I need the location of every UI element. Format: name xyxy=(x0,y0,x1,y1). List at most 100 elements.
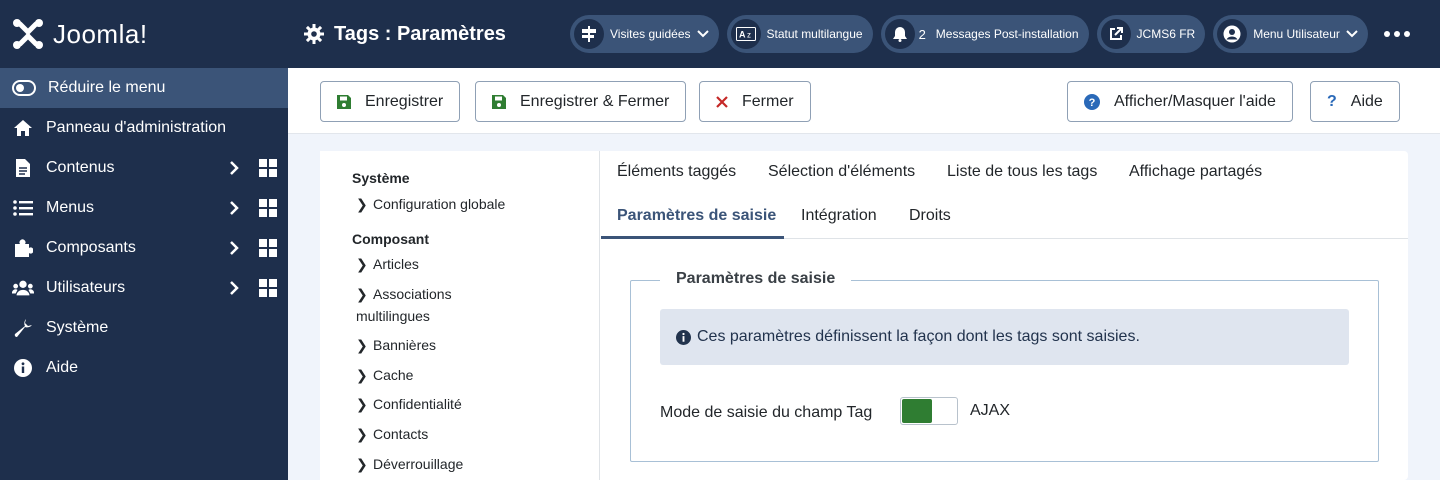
bell-icon xyxy=(884,19,915,49)
brand-name: Joomla! xyxy=(53,18,148,49)
dashboard-grid-icon[interactable] xyxy=(258,238,278,258)
chevron-right-icon: ❯ xyxy=(356,286,368,302)
tree-item-articles[interactable]: ❯ Articles xyxy=(356,253,419,275)
question-circle-icon: ? xyxy=(1084,93,1100,110)
tag-input-mode-switch[interactable] xyxy=(900,397,958,425)
tree-item-label: Confidentialité xyxy=(373,396,462,412)
tree-item-label: Bannières xyxy=(373,337,437,353)
sidebar-item-users[interactable]: Utilisateurs xyxy=(0,268,288,308)
info-circle-icon xyxy=(676,329,691,345)
tree-item-contacts[interactable]: ❯ Contacts xyxy=(356,423,428,445)
post-install-messages-button[interactable]: 2 Messages Post-installation xyxy=(880,15,1089,53)
file-icon xyxy=(12,157,34,179)
chevron-down-icon xyxy=(1346,30,1358,38)
tree-item-label: Associations xyxy=(373,286,452,302)
svg-text:?: ? xyxy=(1089,97,1096,109)
tree-item-label: Déverrouillage xyxy=(373,456,464,472)
tree-item-privacy[interactable]: ❯ Confidentialité xyxy=(356,393,462,415)
sidebar-item-menus[interactable]: Menus xyxy=(0,188,288,228)
tab-input-parameters[interactable]: Paramètres de saisie xyxy=(617,207,776,225)
home-icon xyxy=(12,117,34,139)
toggle-help-label: Afficher/Masquer l'aide xyxy=(1114,92,1276,110)
help-label: Aide xyxy=(1350,92,1383,110)
pill-label: Menu Utilisateur xyxy=(1253,27,1340,41)
chevron-right-icon: ❯ xyxy=(356,396,368,412)
tree-heading-component: Composant xyxy=(352,231,429,247)
language-icon: Az xyxy=(730,19,761,49)
page-title-text: Tags : Paramètres xyxy=(334,22,506,45)
tree-item-checkin[interactable]: ❯ Déverrouillage xyxy=(356,453,463,475)
toggle-icon xyxy=(12,80,36,96)
save-button[interactable]: Enregistrer xyxy=(320,81,461,122)
tree-heading-system: Système xyxy=(352,170,410,186)
pill-label: JCMS6 FR xyxy=(1136,27,1196,41)
save-icon xyxy=(337,94,351,109)
more-options-icon[interactable] xyxy=(1383,31,1410,37)
wrench-icon xyxy=(12,317,34,339)
chevron-right-icon[interactable] xyxy=(224,238,244,258)
pill-label: Statut multilangue xyxy=(766,27,863,41)
sidebar-item-help[interactable]: Aide xyxy=(0,348,288,388)
dashboard-grid-icon[interactable] xyxy=(258,198,278,218)
chevron-right-icon: ❯ xyxy=(356,256,368,272)
tab-tagged-items[interactable]: Éléments taggés xyxy=(617,163,736,181)
close-button[interactable]: Fermer xyxy=(699,81,811,122)
pill-label: Visites guidées xyxy=(610,27,691,41)
info-alert: Ces paramètres définissent la façon dont… xyxy=(660,309,1349,365)
tab-shared-display[interactable]: Affichage partagés xyxy=(1129,163,1262,181)
switch-knob xyxy=(902,399,932,423)
tree-item-global-configuration[interactable]: ❯ Configuration globale xyxy=(356,193,505,215)
multilanguage-status-button[interactable]: Az Statut multilangue xyxy=(726,15,873,53)
tab-item-selection[interactable]: Sélection d'éléments xyxy=(768,163,915,181)
help-button[interactable]: ? Aide xyxy=(1310,81,1400,122)
chevron-right-icon[interactable] xyxy=(224,278,244,298)
sidebar-item-dashboard[interactable]: Panneau d'administration xyxy=(0,108,288,148)
tree-item-label: Cache xyxy=(373,367,414,383)
sidebar-item-components[interactable]: Composants xyxy=(0,228,288,268)
fieldset-legend: Paramètres de saisie xyxy=(660,270,852,288)
save-label: Enregistrer xyxy=(365,92,444,110)
header: Tags : Paramètres Visites guidées Az Sta… xyxy=(288,0,1440,68)
tab-permissions[interactable]: Droits xyxy=(909,207,951,225)
tree-item-banners[interactable]: ❯ Bannières xyxy=(356,334,436,356)
tab-integration[interactable]: Intégration xyxy=(801,207,877,225)
tree-item-label: Contacts xyxy=(373,426,429,442)
question-icon: ? xyxy=(1327,92,1337,110)
page-title: Tags : Paramètres xyxy=(304,23,554,46)
brand[interactable]: Joomla! xyxy=(0,0,288,68)
save-close-label: Enregistrer & Fermer xyxy=(520,92,670,110)
sidebar-item-label: Aide xyxy=(46,359,79,376)
toggle-help-button[interactable]: ? Afficher/Masquer l'aide xyxy=(1067,81,1293,122)
dashboard-grid-icon[interactable] xyxy=(258,278,278,298)
tree-item-associations-cont[interactable]: multilingues xyxy=(356,305,430,327)
info-icon xyxy=(12,357,34,379)
dashboard-grid-icon[interactable] xyxy=(258,158,278,178)
sidebar-item-content[interactable]: Contenus xyxy=(0,148,288,188)
user-icon xyxy=(1217,19,1248,49)
list-icon xyxy=(12,197,34,219)
sidebar-item-label: Menus xyxy=(46,199,95,216)
tab-all-tags-list[interactable]: Liste de tous les tags xyxy=(947,163,1097,181)
tree-item-cache[interactable]: ❯ Cache xyxy=(356,364,413,386)
svg-text:z: z xyxy=(747,31,751,40)
external-link-icon xyxy=(1100,19,1131,49)
toolbar: Enregistrer Enregistrer & Fermer Fermer … xyxy=(288,68,1440,134)
save-icon xyxy=(492,94,506,109)
sidebar-item-label: Panneau d'administration xyxy=(46,119,227,136)
user-menu-button[interactable]: Menu Utilisateur xyxy=(1213,15,1368,53)
sidebar-item-label: Composants xyxy=(46,239,136,256)
info-alert-text: Ces paramètres définissent la façon dont… xyxy=(697,328,1140,345)
chevron-right-icon[interactable] xyxy=(224,198,244,218)
sidebar: Joomla! Réduire le menu Panneau d'admini… xyxy=(0,0,288,480)
tree-item-associations[interactable]: ❯ Associations xyxy=(356,283,452,305)
collapse-menu-button[interactable]: Réduire le menu xyxy=(0,68,288,108)
guided-tours-button[interactable]: Visites guidées xyxy=(570,15,719,53)
gear-icon xyxy=(304,24,324,44)
save-close-button[interactable]: Enregistrer & Fermer xyxy=(475,81,687,122)
sidebar-item-system[interactable]: Système xyxy=(0,308,288,348)
chevron-right-icon[interactable] xyxy=(224,158,244,178)
site-link-button[interactable]: JCMS6 FR xyxy=(1096,15,1206,53)
tag-input-mode-label: Mode de saisie du champ Tag xyxy=(660,404,873,421)
pill-label: Messages Post-installation xyxy=(935,27,1079,41)
users-icon xyxy=(12,277,34,299)
